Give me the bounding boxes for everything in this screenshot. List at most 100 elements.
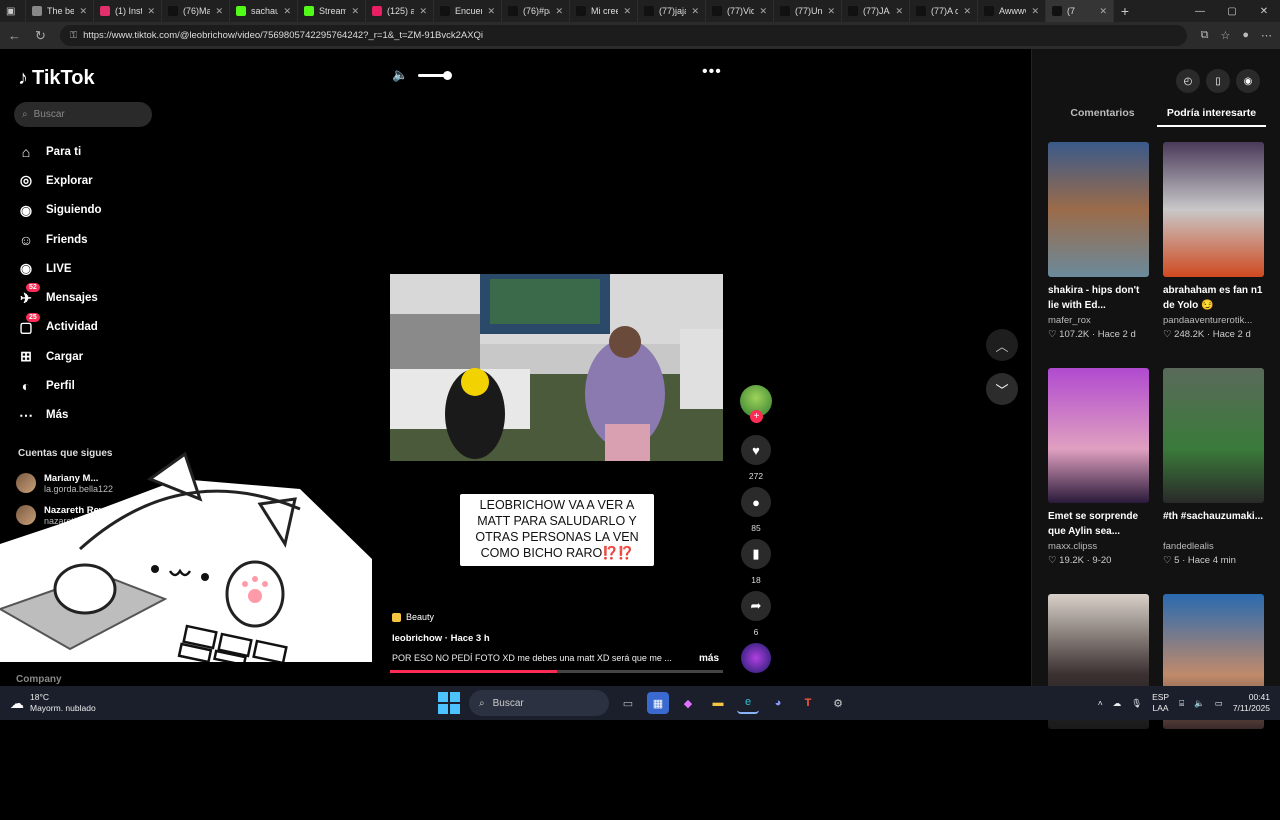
browser-tab[interactable]: (7 ✕: [1046, 0, 1114, 22]
search-input[interactable]: ⌕ Buscar: [14, 102, 152, 127]
profile-icon[interactable]: ●: [1242, 29, 1249, 42]
browser-tab[interactable]: (1) Insta ✕: [94, 0, 162, 22]
browser-tab[interactable]: (125) au ✕: [366, 0, 434, 22]
device-icon[interactable]: ▯: [1206, 69, 1230, 93]
video-thumbnail[interactable]: [1163, 142, 1264, 277]
tab-comments[interactable]: Comentarios: [1048, 107, 1157, 127]
refresh-icon[interactable]: ↻: [35, 28, 46, 44]
taskbar-search[interactable]: ⌕ Buscar: [469, 690, 609, 716]
pip-icon[interactable]: ◴: [1176, 69, 1200, 93]
recommended-card[interactable]: abrahaham es fan n1 de Yolo 😏 pandaaventu…: [1163, 142, 1264, 368]
network-icon[interactable]: ⌸: [1179, 698, 1184, 709]
tray-chevron-icon[interactable]: ˄: [1098, 698, 1103, 708]
card-user[interactable]: pandaaventurerotik...: [1163, 315, 1264, 326]
sidebar-item-mensajes[interactable]: ✈ 52 Mensajes: [18, 283, 102, 312]
new-tab-button[interactable]: +: [1114, 3, 1136, 19]
card-title[interactable]: Emet se sorprende que Aylin sea...: [1048, 509, 1149, 539]
discord-icon[interactable]: ◕: [767, 692, 789, 714]
browser-tab[interactable]: sachauz ✕: [230, 0, 298, 22]
battery-icon[interactable]: ▭: [1215, 698, 1223, 709]
clock[interactable]: 00:41 7/11/2025: [1233, 692, 1270, 714]
text-app-icon[interactable]: T: [797, 692, 819, 714]
author-line[interactable]: leobrichow · Hace 3 h: [392, 633, 490, 644]
recommended-card[interactable]: Emet se sorprende que Aylin sea... maxx.c…: [1048, 368, 1149, 594]
music-disc-icon[interactable]: [741, 643, 771, 673]
follow-plus-icon[interactable]: +: [750, 410, 763, 423]
sidebar-item-live[interactable]: ◉ LIVE: [18, 254, 102, 283]
video-progress-bar[interactable]: [390, 670, 723, 673]
card-title[interactable]: [1048, 735, 1149, 765]
browser-tab[interactable]: Encuent ✕: [434, 0, 502, 22]
creator-avatar[interactable]: +: [740, 385, 772, 423]
back-icon[interactable]: ←: [8, 28, 21, 43]
tab-close-icon[interactable]: ✕: [555, 6, 563, 17]
sidebar-item-parati[interactable]: ⌂ Para ti: [18, 137, 102, 166]
user-avatar[interactable]: ◉: [1236, 69, 1260, 93]
sidebar-item-cargar[interactable]: ⊞ Cargar: [18, 342, 102, 371]
windows-start-icon[interactable]: [437, 691, 461, 715]
file-explorer-icon[interactable]: ▬: [707, 692, 729, 714]
tab-close-icon[interactable]: ✕: [147, 6, 155, 17]
like-button[interactable]: ♥: [741, 435, 771, 465]
sidebar-item-friends[interactable]: ☺ Friends: [18, 225, 102, 254]
browser-tab[interactable]: (77)JAJ ✕: [842, 0, 910, 22]
sidebar-item-explorar[interactable]: ◎ Explorar: [18, 166, 102, 195]
volume-icon[interactable]: 🔈: [392, 67, 408, 83]
sidebar-item-perfil[interactable]: ◐ Perfil: [18, 371, 102, 400]
tab-close-icon[interactable]: ✕: [419, 6, 427, 17]
card-title[interactable]: abrahaham es fan n1 de Yolo 😏: [1163, 283, 1264, 313]
tab-close-icon[interactable]: ✕: [623, 6, 631, 17]
edge-icon[interactable]: e: [737, 692, 759, 714]
tiktok-logo[interactable]: ♪ TikTok: [18, 67, 95, 90]
tab-close-icon[interactable]: ✕: [283, 6, 291, 17]
tab-close-icon[interactable]: ✕: [827, 6, 835, 17]
tab-close-icon[interactable]: ✕: [759, 6, 767, 17]
browser-tab[interactable]: (77)Vid ✕: [706, 0, 774, 22]
url-field[interactable]: ⚿ https://www.tiktok.com/@leobrichow/vid…: [59, 25, 1187, 46]
browser-tab[interactable]: (77)Une ✕: [774, 0, 842, 22]
mic-icon[interactable]: 🎙: [1131, 698, 1142, 709]
maximize-icon[interactable]: ▢: [1216, 6, 1248, 17]
browser-tab[interactable]: (77)jaja ✕: [638, 0, 706, 22]
tab-close-icon[interactable]: ✕: [895, 6, 903, 17]
site-info-icon[interactable]: ⚿: [70, 30, 77, 41]
volume-slider[interactable]: [418, 70, 453, 80]
video-thumbnail[interactable]: [1048, 142, 1149, 277]
company-link[interactable]: Company: [16, 674, 62, 685]
sidebar-item-actividad[interactable]: ▢ 25 Actividad: [18, 312, 102, 342]
extensions-icon[interactable]: ⧉: [1201, 29, 1209, 42]
card-title[interactable]: [1163, 735, 1264, 765]
recommended-card[interactable]: #th #sachauzumaki... fandedlealis ♡ 5 · Ha…: [1163, 368, 1264, 594]
recommended-card[interactable]: shakira - hips don't lie with Ed... mafer…: [1048, 142, 1149, 368]
card-user[interactable]: fandedlealis: [1163, 541, 1264, 552]
video-more-options-icon[interactable]: •••: [702, 63, 722, 81]
speaker-icon[interactable]: 🔈: [1194, 698, 1205, 709]
browser-tab[interactable]: (77)A c ✕: [910, 0, 978, 22]
browser-tab[interactable]: (76)Mat ✕: [162, 0, 230, 22]
video-thumbnail[interactable]: [1163, 368, 1264, 503]
next-video-button[interactable]: ﹀: [986, 373, 1018, 405]
card-user[interactable]: maxx.clipss: [1048, 541, 1149, 552]
tab-close-icon[interactable]: ✕: [351, 6, 359, 17]
tab-close-icon[interactable]: ✕: [691, 6, 699, 17]
previous-video-button[interactable]: ︿: [986, 329, 1018, 361]
card-title[interactable]: shakira - hips don't lie with Ed...: [1048, 283, 1149, 313]
card-user[interactable]: mafer_rox: [1048, 315, 1149, 326]
tab-close-icon[interactable]: ✕: [79, 6, 87, 17]
tab-close-icon[interactable]: ✕: [487, 6, 495, 17]
video-thumbnail[interactable]: [1048, 368, 1149, 503]
video-player[interactable]: [390, 274, 723, 461]
workspace-icon[interactable]: ▣: [0, 0, 26, 22]
comment-button[interactable]: ●: [741, 487, 771, 517]
tag-chip[interactable]: Beauty: [392, 612, 434, 622]
tab-close-icon[interactable]: ✕: [215, 6, 223, 17]
minimize-icon[interactable]: —: [1184, 6, 1216, 17]
sidebar-item-siguiendo[interactable]: ◉ Siguiendo: [18, 196, 102, 225]
menu-icon[interactable]: ⋯: [1261, 29, 1272, 42]
language-indicator[interactable]: ESP LAA: [1152, 692, 1169, 714]
browser-tab[interactable]: The bes ✕: [26, 0, 94, 22]
card-title[interactable]: #th #sachauzumaki...: [1163, 509, 1264, 539]
close-window-icon[interactable]: ✕: [1248, 6, 1280, 17]
copilot-icon[interactable]: ◆: [677, 692, 699, 714]
browser-tab[interactable]: (76)#pa ✕: [502, 0, 570, 22]
